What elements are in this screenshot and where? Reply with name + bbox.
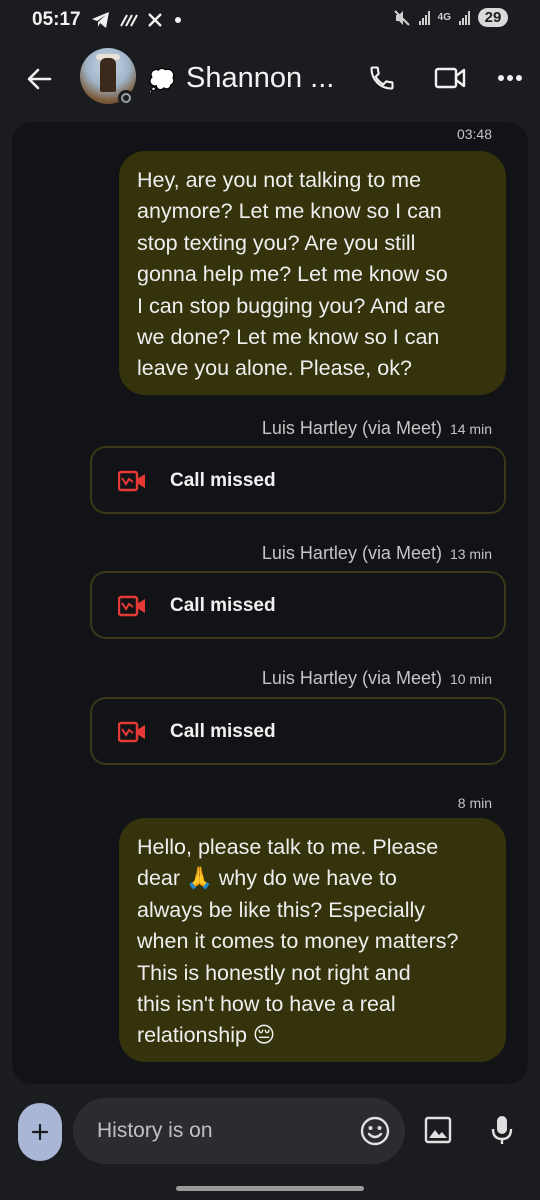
sender-label: Luis Hartley (via Meet) 13 min: [262, 543, 492, 564]
message-list[interactable]: 03:48 Hey, are you not talking to me any…: [12, 122, 528, 1084]
thought-bubble-icon: 💭: [148, 68, 176, 93]
outgoing-message-bubble[interactable]: Hello, please talk to me. Please dear 🙏 …: [119, 818, 506, 1062]
missed-call-card[interactable]: Call missed: [90, 446, 506, 514]
message-line: always be like this? Especially: [137, 897, 425, 922]
phone-icon: [370, 66, 394, 90]
message-line: when it comes to money matters?: [137, 929, 459, 954]
sender-name: Luis Hartley (via Meet): [261, 418, 442, 438]
emoji-icon[interactable]: [359, 1115, 391, 1147]
missed-call-card[interactable]: Call missed: [90, 571, 506, 639]
outgoing-message-bubble[interactable]: Hey, are you not talking to me anymore? …: [119, 151, 506, 395]
status-time: 05:17: [32, 9, 81, 30]
back-button[interactable]: [22, 62, 56, 96]
message-time: 10 min: [449, 671, 492, 687]
missed-video-call-icon: [118, 595, 145, 617]
add-attachment-button[interactable]: [18, 1103, 62, 1161]
signal-icon: [418, 10, 430, 25]
message-timestamp: 03:48: [456, 126, 492, 142]
missed-video-call-icon: [118, 470, 145, 492]
message-line: This is honestly not right and: [137, 960, 411, 985]
message-line: dear 🙏 why do we have to: [137, 866, 397, 891]
message-line: leave you alone. Please, ok?: [137, 356, 412, 381]
message-line: Hey, are you not talking to me: [137, 168, 422, 192]
x-icon: [147, 13, 162, 27]
call-missed-label: Call missed: [170, 721, 276, 742]
call-missed-label: Call missed: [170, 470, 276, 491]
sender-label: Luis Hartley (via Meet) 10 min: [262, 668, 492, 689]
more-options-button[interactable]: [492, 60, 528, 96]
more-horizontal-icon: [498, 75, 522, 81]
message-time: 14 min: [449, 421, 492, 437]
home-indicator[interactable]: [176, 1186, 364, 1191]
arrow-left-icon: [27, 68, 52, 90]
plus-icon: [31, 1123, 49, 1141]
network-type: 4G: [437, 12, 451, 23]
message-line: this isn't how to have a real: [137, 992, 396, 1017]
signal-lines-icon: [119, 14, 138, 27]
message-line: Hello, please talk to me. Please: [137, 835, 439, 859]
voice-call-button[interactable]: [364, 60, 400, 96]
message-timestamp: 8 min: [457, 795, 492, 811]
contact-name[interactable]: Shannon ...: [186, 62, 334, 95]
call-missed-label: Call missed: [170, 595, 276, 616]
message-time: 13 min: [449, 546, 492, 562]
compose-bar: [73, 1098, 405, 1164]
video-camera-icon: [434, 67, 466, 89]
missed-call-card[interactable]: Call missed: [90, 697, 506, 765]
mute-icon: [393, 9, 410, 26]
message-line: gonna help me? Let me know so: [137, 262, 448, 287]
presence-indicator: [118, 90, 134, 106]
microphone-icon[interactable]: [490, 1114, 514, 1146]
notification-dot-icon: [174, 17, 181, 23]
message-line: I can stop bugging you? And are: [137, 293, 446, 318]
message-line: stop texting you? Are you still: [137, 230, 416, 255]
sender-name: Luis Hartley (via Meet): [261, 543, 442, 563]
signal-icon-2: [459, 10, 470, 25]
telegram-icon: [91, 12, 109, 28]
battery-badge: 29: [478, 8, 508, 27]
sender-label: Luis Hartley (via Meet) 14 min: [262, 418, 492, 439]
missed-video-call-icon: [118, 721, 145, 743]
video-call-button[interactable]: [432, 60, 468, 96]
conversation-header: 💭 Shannon ...: [0, 40, 540, 120]
message-line: anymore? Let me know so I can: [137, 199, 442, 224]
message-line: we done? Let me know so I can: [137, 325, 440, 350]
sender-name: Luis Hartley (via Meet): [261, 668, 442, 688]
gallery-icon[interactable]: [424, 1116, 452, 1144]
message-line: relationship 😔: [137, 1023, 276, 1048]
status-bar: 05:17 4G 29: [0, 0, 540, 40]
message-input[interactable]: [97, 1116, 337, 1146]
